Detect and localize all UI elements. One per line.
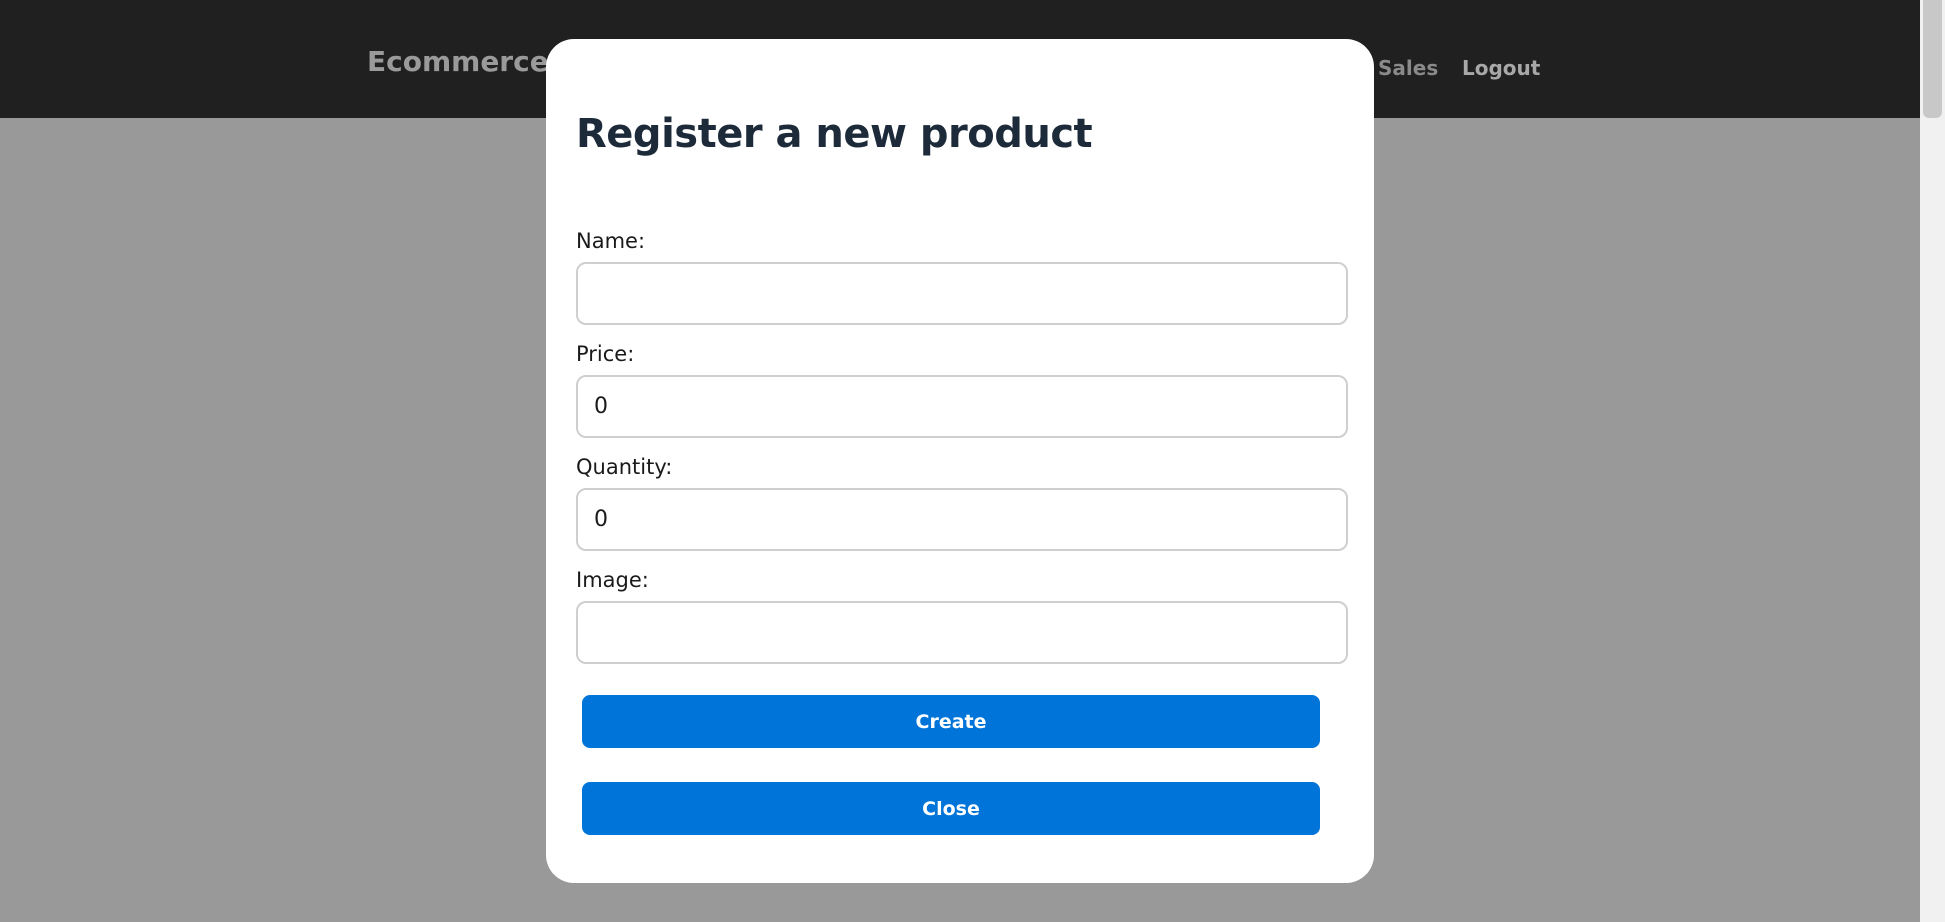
- nav-link-logout[interactable]: Logout: [1462, 56, 1540, 80]
- quantity-label: Quantity:: [576, 455, 673, 479]
- price-input[interactable]: [576, 375, 1348, 438]
- price-label: Price:: [576, 342, 635, 366]
- register-product-modal: Register a new product Name: Price: Quan…: [546, 39, 1374, 883]
- image-input[interactable]: [576, 601, 1348, 664]
- scrollbar-track[interactable]: [1920, 0, 1945, 922]
- name-label: Name:: [576, 229, 646, 253]
- modal-title: Register a new product: [576, 111, 1093, 157]
- close-button[interactable]: Close: [582, 782, 1320, 835]
- name-input[interactable]: [576, 262, 1348, 325]
- create-button[interactable]: Create: [582, 695, 1320, 748]
- image-label: Image:: [576, 568, 649, 592]
- brand-logo-text[interactable]: Ecommerce: [367, 45, 549, 78]
- scrollbar-thumb[interactable]: [1923, 0, 1942, 118]
- quantity-input[interactable]: [576, 488, 1348, 551]
- nav-link-sales[interactable]: Sales: [1378, 56, 1438, 80]
